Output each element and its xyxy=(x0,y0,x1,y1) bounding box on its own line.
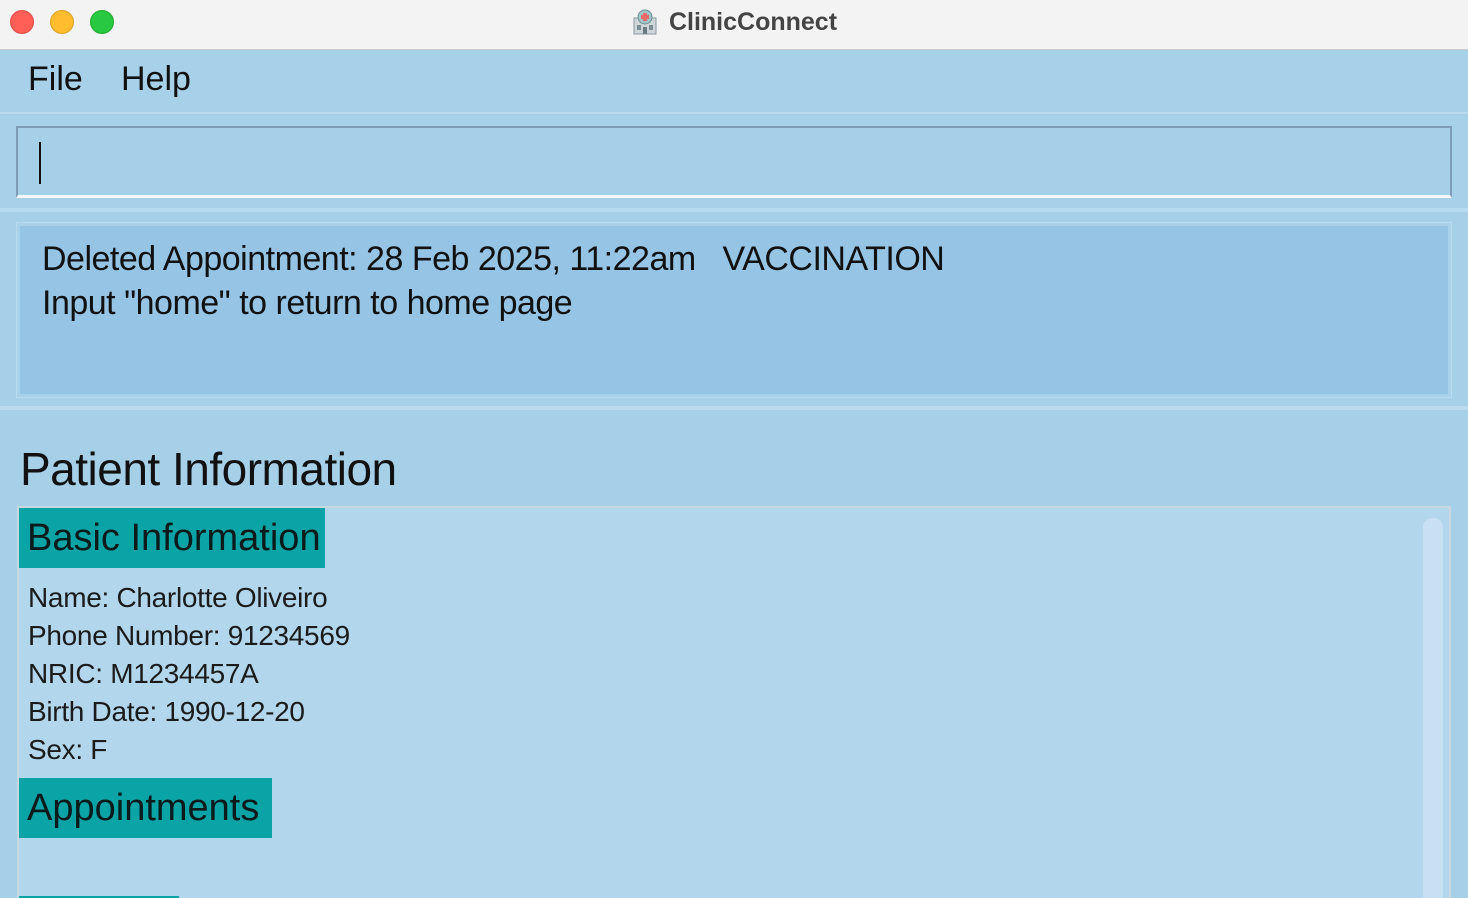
window-title-group: ClinicConnect xyxy=(0,0,1468,44)
basic-information-header: Basic Information xyxy=(19,508,325,568)
divider xyxy=(0,406,1468,410)
result-hint-line: Input "home" to return to home page xyxy=(42,284,573,322)
result-message-line: Deleted Appointment: 28 Feb 2025, 11:22a… xyxy=(42,240,945,278)
divider xyxy=(0,208,1468,212)
patient-name: Name: Charlotte Oliveiro xyxy=(28,582,328,613)
menu-bar: File Help xyxy=(0,50,1468,114)
menu-help[interactable]: Help xyxy=(121,60,191,99)
title-bar: ClinicConnect xyxy=(0,0,1468,50)
window-title: ClinicConnect xyxy=(668,7,838,36)
patient-birth-date: Birth Date: 1990-12-20 xyxy=(28,696,305,727)
vertical-scrollbar[interactable] xyxy=(1423,512,1443,898)
patient-information-title: Patient Information xyxy=(20,443,397,495)
patient-phone: Phone Number: 91234569 xyxy=(28,620,350,651)
text-caret xyxy=(39,142,41,184)
command-box[interactable] xyxy=(16,126,1452,198)
command-input[interactable] xyxy=(18,128,1450,195)
clinic-building-icon xyxy=(633,9,657,35)
appointments-header: Appointments xyxy=(19,778,272,838)
patient-nric: NRIC: M1234457A xyxy=(28,658,259,689)
command-box-region xyxy=(0,116,1468,210)
patient-details-panel[interactable]: Basic Information Name: Charlotte Olivei… xyxy=(17,506,1451,898)
result-display: Deleted Appointment: 28 Feb 2025, 11:22a… xyxy=(16,222,1452,398)
scrollbar-thumb[interactable] xyxy=(1423,518,1443,898)
menu-file[interactable]: File xyxy=(28,60,83,99)
result-display-text-area[interactable]: Deleted Appointment: 28 Feb 2025, 11:22a… xyxy=(20,226,1448,394)
patient-sex: Sex: F xyxy=(28,734,108,765)
